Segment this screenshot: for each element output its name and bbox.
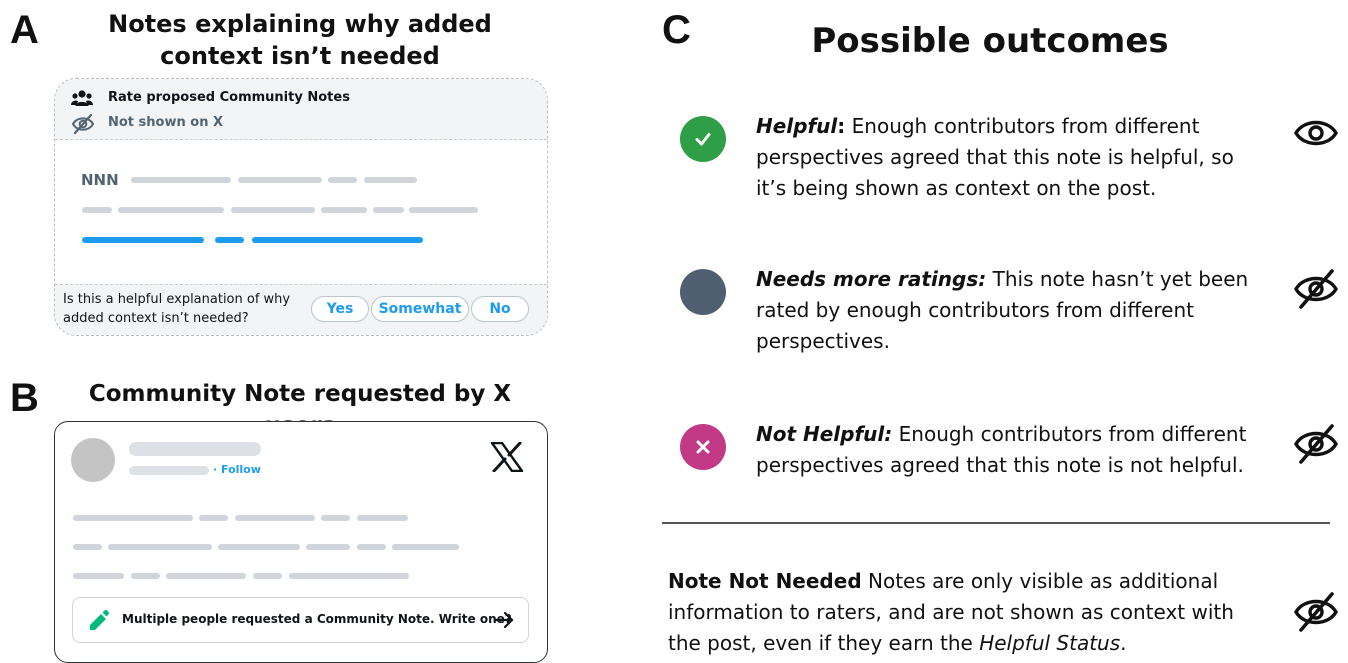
text-placeholder-bar xyxy=(357,515,408,521)
text-placeholder-bar xyxy=(166,573,246,579)
panel-a-title: Notes explaining why added context isn’t… xyxy=(90,8,510,72)
request-note-text: Multiple people requested a Community No… xyxy=(122,612,512,626)
text-placeholder-bar xyxy=(373,207,404,213)
text-placeholder-bar xyxy=(73,544,102,550)
people-icon xyxy=(71,89,93,111)
text-placeholder-bar xyxy=(392,544,459,550)
helpful-status-term: Helpful Status xyxy=(979,631,1121,655)
rating-question-line2: added context isn’t needed? xyxy=(63,311,249,326)
avatar xyxy=(71,438,115,482)
rating-footer: Is this a helpful explanation of why add… xyxy=(55,284,547,335)
needs-more-ratings-status-dot xyxy=(680,269,726,315)
pencil-icon xyxy=(87,608,111,636)
note-status: Not shown on X xyxy=(108,115,224,130)
text-placeholder-bar xyxy=(321,515,350,521)
text-placeholder-bar xyxy=(364,177,417,183)
outcome-text-line: Enough contributors from different xyxy=(892,422,1247,446)
text-placeholder-bar xyxy=(328,177,357,183)
outcome-needs-more-ratings: Needs more ratings: This note hasn’t yet… xyxy=(756,264,1276,357)
outcome-text-line: perspectives agreed that this note is no… xyxy=(756,453,1244,477)
text-placeholder-bar xyxy=(235,515,315,521)
text-placeholder-bar xyxy=(238,177,322,183)
note-not-needed-label: Note Not Needed xyxy=(668,569,862,593)
rating-question-line1: Is this a helpful explanation of why xyxy=(63,292,291,307)
outcome-text-line: Notes are only visible as additional xyxy=(861,569,1219,593)
text-placeholder-bar xyxy=(231,207,315,213)
panel-a-title-line1: Notes explaining why added xyxy=(108,10,492,38)
text-placeholder-bar xyxy=(409,207,478,213)
text-placeholder-bar xyxy=(253,573,282,579)
outcome-text-line: rated by enough contributors from differ… xyxy=(756,298,1195,322)
outcome-text-line: This note hasn’t yet been xyxy=(986,267,1249,291)
request-note-banner[interactable]: Multiple people requested a Community No… xyxy=(72,597,529,643)
x-logo-icon xyxy=(490,441,524,476)
check-icon xyxy=(695,133,711,146)
not-helpful-status-dot xyxy=(680,424,726,470)
post-card: · Follow Multiple people requested a Com… xyxy=(54,421,548,663)
link-placeholder-bar xyxy=(215,237,244,243)
panel-c-title: Possible outcomes xyxy=(811,21,1169,61)
panel-letter-c: C xyxy=(662,8,691,52)
note-not-needed: Note Not Needed Notes are only visible a… xyxy=(668,566,1268,659)
text-placeholder-bar xyxy=(289,573,409,579)
eye-off-icon xyxy=(1292,422,1340,470)
text-placeholder-bar xyxy=(82,207,112,213)
somewhat-button[interactable]: Somewhat xyxy=(371,296,469,322)
link-placeholder-bar xyxy=(82,237,204,243)
text-placeholder-bar xyxy=(131,573,160,579)
panel-a-title-line2: context isn’t needed xyxy=(160,42,440,70)
outcome-status-label: Needs more ratings: xyxy=(756,267,987,291)
arrow-right-icon[interactable] xyxy=(493,609,515,635)
outcome-helpful: Helpful: Enough contributors from differ… xyxy=(756,111,1276,204)
panel-letter-b: B xyxy=(10,376,39,420)
outcome-text-line: information to raters, and are not shown… xyxy=(668,600,1234,624)
x-icon xyxy=(696,440,710,454)
text-placeholder-bar xyxy=(357,544,386,550)
eye-icon xyxy=(1292,113,1340,157)
follow-link[interactable]: · Follow xyxy=(213,463,261,476)
link-placeholder-bar xyxy=(252,237,423,243)
text-placeholder-bar xyxy=(321,207,367,213)
text-placeholder-bar xyxy=(306,544,350,550)
outcome-not-helpful: Not Helpful: Enough contributors from di… xyxy=(756,419,1296,481)
text-placeholder-bar xyxy=(131,177,231,183)
rate-note-card: Rate proposed Community Notes Not shown … xyxy=(54,78,548,336)
handle-placeholder xyxy=(129,466,209,475)
note-prefix: NNN xyxy=(81,171,119,189)
yes-button[interactable]: Yes xyxy=(311,296,369,322)
rate-note-card-header: Rate proposed Community Notes Not shown … xyxy=(55,79,547,140)
rating-question: Is this a helpful explanation of why add… xyxy=(63,290,290,328)
outcome-text-line: perspectives. xyxy=(756,329,890,353)
panel-letter-a: A xyxy=(10,8,39,52)
eye-off-icon xyxy=(1292,267,1340,315)
text-placeholder-bar xyxy=(199,515,228,521)
outcome-text-line: perspectives agreed that this note is he… xyxy=(756,145,1234,169)
text-placeholder-bar xyxy=(118,207,224,213)
text-placeholder-bar xyxy=(73,573,124,579)
username-placeholder xyxy=(129,442,261,456)
rate-note-title: Rate proposed Community Notes xyxy=(108,90,350,105)
no-button[interactable]: No xyxy=(471,296,529,322)
outcome-status-label: Helpful xyxy=(756,114,838,138)
eye-off-icon xyxy=(1292,590,1340,638)
text-placeholder-bar xyxy=(108,544,212,550)
outcome-text-line: Enough contributors from different xyxy=(845,114,1200,138)
text-placeholder-bar xyxy=(218,544,300,550)
outcome-text-line: the post, even if they earn the xyxy=(668,631,980,655)
outcome-status-label: Not Helpful: xyxy=(756,422,893,446)
helpful-status-dot xyxy=(680,116,726,162)
text-placeholder-bar xyxy=(73,515,193,521)
outcome-text-line: it’s being shown as context on the post. xyxy=(756,176,1157,200)
eye-off-icon xyxy=(71,113,95,139)
section-divider xyxy=(662,522,1330,524)
outcome-text-line: . xyxy=(1120,631,1127,655)
